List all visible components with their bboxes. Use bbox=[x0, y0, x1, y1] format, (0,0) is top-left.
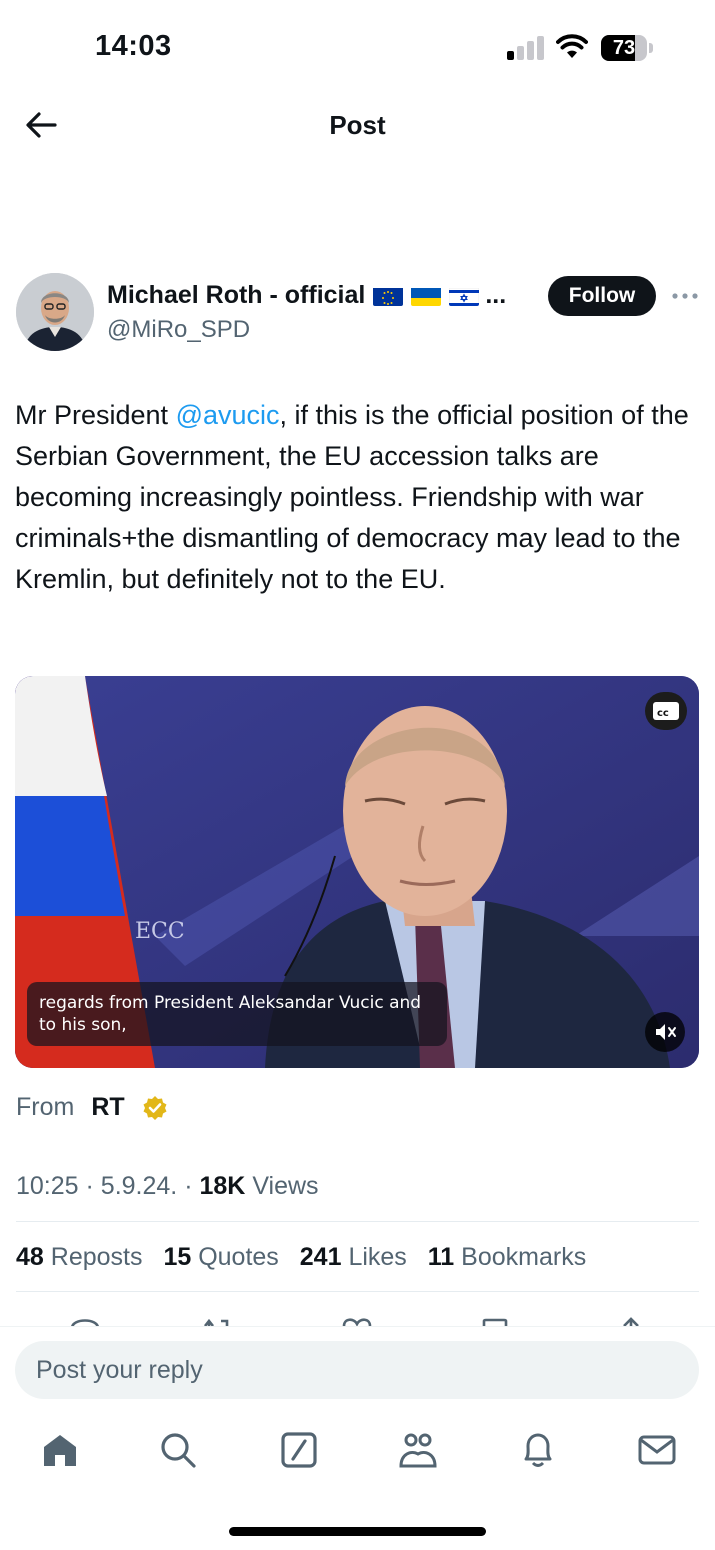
reply-icon[interactable] bbox=[68, 1312, 102, 1326]
mute-button[interactable] bbox=[645, 1012, 685, 1052]
divider bbox=[16, 1291, 699, 1292]
engagement-stats: 48 Reposts 15 Quotes 241 Likes 11 Bookma… bbox=[16, 1243, 600, 1272]
status-time: 14:03 bbox=[95, 30, 172, 62]
cellular-signal-icon bbox=[507, 36, 545, 60]
views-count: 18K bbox=[199, 1172, 246, 1200]
meta-separator: · bbox=[85, 1172, 94, 1200]
communities-icon[interactable] bbox=[398, 1430, 438, 1470]
action-bar bbox=[0, 1306, 715, 1326]
reply-input[interactable] bbox=[15, 1341, 699, 1399]
svg-text:cc: cc bbox=[657, 708, 669, 719]
like-icon[interactable] bbox=[340, 1312, 374, 1326]
messages-icon[interactable] bbox=[637, 1430, 677, 1470]
author-name[interactable]: Michael Roth - official ... bbox=[107, 281, 506, 310]
quotes-count: 15 bbox=[163, 1243, 192, 1271]
source-name[interactable]: RT bbox=[91, 1093, 124, 1122]
mention-link[interactable]: @avucic bbox=[176, 400, 280, 430]
more-options-icon[interactable] bbox=[672, 288, 698, 304]
closed-captions-button[interactable]: cc bbox=[645, 692, 687, 730]
reposts-stat[interactable]: 48 Reposts bbox=[16, 1243, 142, 1271]
bookmarks-count: 11 bbox=[427, 1243, 455, 1271]
bookmarks-label: Bookmarks bbox=[461, 1243, 587, 1271]
meta-separator: · bbox=[184, 1172, 193, 1200]
home-icon[interactable] bbox=[40, 1430, 80, 1470]
video-source[interactable]: From RT bbox=[16, 1093, 168, 1122]
author-handle[interactable]: @MiRo_SPD bbox=[107, 316, 250, 344]
post-date: 5.9.24. bbox=[100, 1172, 178, 1200]
follow-button[interactable]: Follow bbox=[548, 276, 656, 316]
reposts-label: Reposts bbox=[50, 1243, 143, 1271]
name-ellipsis: ... bbox=[485, 281, 507, 309]
notifications-icon[interactable] bbox=[518, 1430, 558, 1470]
post-time: 10:25 bbox=[16, 1172, 79, 1200]
avatar[interactable] bbox=[16, 273, 94, 351]
share-icon[interactable] bbox=[614, 1312, 648, 1326]
home-indicator[interactable] bbox=[229, 1527, 486, 1536]
eu-flag-icon bbox=[373, 286, 404, 306]
bookmark-icon[interactable] bbox=[478, 1312, 512, 1326]
author-name-text: Michael Roth - official bbox=[107, 281, 366, 309]
bookmarks-stat[interactable]: 11 Bookmarks bbox=[428, 1243, 586, 1271]
from-label: From bbox=[16, 1093, 75, 1121]
wifi-icon bbox=[556, 34, 588, 58]
quotes-label: Quotes bbox=[198, 1243, 279, 1271]
video-player[interactable]: ECC cc regards from President Aleksandar… bbox=[15, 676, 699, 1068]
page-title: Post bbox=[329, 110, 386, 140]
likes-count: 241 bbox=[299, 1243, 342, 1271]
ukraine-flag-icon bbox=[411, 286, 442, 306]
post-text: Mr President @avucic, if this is the off… bbox=[15, 395, 705, 600]
battery-icon: 73 bbox=[601, 35, 653, 61]
likes-stat[interactable]: 241 Likes bbox=[300, 1243, 407, 1271]
reply-bar bbox=[0, 1326, 715, 1416]
video-caption: regards from President Aleksandar Vucic … bbox=[27, 982, 447, 1046]
quotes-stat[interactable]: 15 Quotes bbox=[163, 1243, 278, 1271]
post-timestamp: 10:25 · 5.9.24. · 18K Views bbox=[16, 1172, 319, 1201]
verified-badge-icon bbox=[143, 1095, 167, 1120]
likes-label: Likes bbox=[348, 1243, 407, 1271]
post-text-start: Mr President bbox=[15, 400, 176, 430]
compose-icon[interactable] bbox=[279, 1430, 319, 1470]
reposts-count: 48 bbox=[16, 1243, 44, 1271]
backdrop-text: ECC bbox=[135, 919, 185, 944]
battery-percent: 73 bbox=[612, 37, 636, 59]
views-label: Views bbox=[252, 1172, 319, 1200]
search-icon[interactable] bbox=[158, 1430, 198, 1470]
israel-flag-icon bbox=[449, 286, 480, 306]
divider bbox=[16, 1221, 699, 1222]
repost-icon[interactable] bbox=[201, 1312, 235, 1326]
